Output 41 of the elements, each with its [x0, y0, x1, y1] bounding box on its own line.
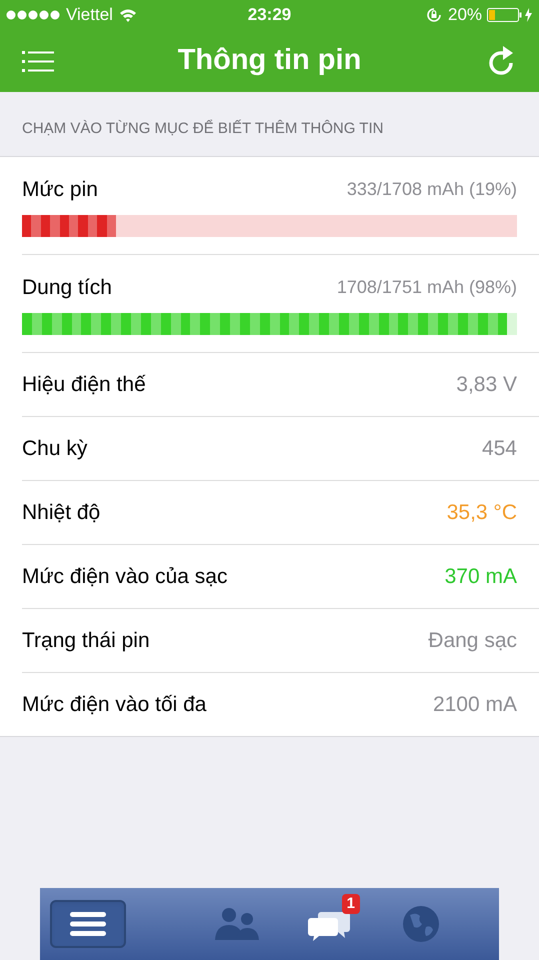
tab-button[interactable]: 1 — [298, 894, 360, 954]
row-value: 370 mA — [444, 564, 517, 590]
battery-row[interactable]: Dung tích 1708/1751 mAh (98%) — [22, 255, 517, 352]
info-row[interactable]: Chu kỳ 454 — [22, 417, 517, 480]
row-value: 2100 mA — [432, 692, 517, 718]
clock-time: 23:29 — [246, 4, 292, 26]
notification-badge: 1 — [342, 894, 360, 914]
info-row[interactable]: Hiệu điện thế 3,83 V — [22, 353, 517, 416]
menu-icon — [68, 910, 108, 938]
battery-percent: 20% — [448, 4, 482, 26]
row-value: 333/1708 mAh (19%) — [346, 178, 517, 201]
list-icon — [22, 50, 54, 72]
people-icon — [214, 906, 260, 942]
section-header: CHẠM VÀO TỪNG MỤC ĐỂ BIẾT THÊM THÔNG TIN — [22, 118, 384, 138]
row-label: Hiệu điện thế — [22, 372, 146, 398]
row-value: 1708/1751 mAh (98%) — [336, 276, 517, 299]
tab-button[interactable] — [50, 900, 126, 948]
row-value: 35,3 °C — [446, 500, 517, 526]
row-label: Dung tích — [22, 274, 112, 301]
signal-icon — [6, 10, 60, 20]
row-label: Trạng thái pin — [22, 628, 150, 654]
row-value: 3,83 V — [456, 372, 517, 398]
battery-charging-icon — [487, 7, 534, 23]
row-value: Đang sạc — [428, 628, 517, 654]
row-label: Chu kỳ — [22, 436, 88, 462]
row-label: Nhiệt độ — [22, 500, 100, 526]
row-label: Mức pin — [22, 176, 98, 203]
battery-row[interactable]: Mức pin 333/1708 mAh (19%) — [22, 157, 517, 254]
row-value: 454 — [482, 436, 517, 462]
menu-button[interactable] — [22, 50, 56, 72]
row-label: Mức điện vào của sạc — [22, 564, 228, 590]
row-label: Mức điện vào tối đa — [22, 692, 206, 718]
wifi-icon — [118, 8, 137, 22]
info-row[interactable]: Nhiệt độ 35,3 °C — [22, 481, 517, 544]
carrier-name: Viettel — [66, 4, 113, 26]
info-row[interactable]: Mức điện vào tối đa 2100 mA — [22, 673, 517, 736]
globe-icon — [402, 905, 440, 943]
info-row[interactable]: Mức điện vào của sạc 370 mA — [22, 545, 517, 608]
info-row[interactable]: Trạng thái pin Đang sạc — [22, 609, 517, 672]
page-title: Thông tin pin — [176, 43, 362, 78]
rotation-lock-icon — [424, 6, 443, 24]
